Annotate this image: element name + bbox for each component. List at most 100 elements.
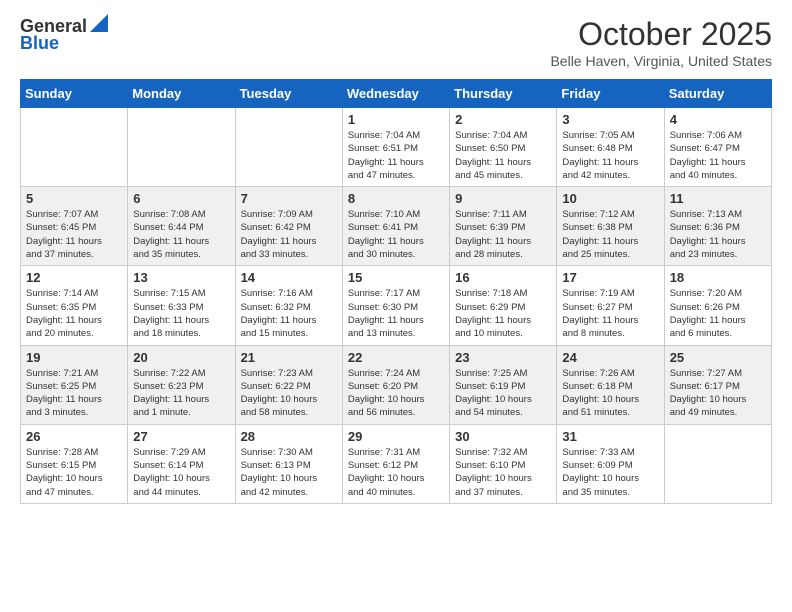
calendar-cell: 28 Sunrise: 7:30 AM Sunset: 6:13 PM Dayli…: [235, 424, 342, 503]
calendar-cell: 2 Sunrise: 7:04 AM Sunset: 6:50 PM Daylig…: [450, 108, 557, 187]
day-info: Sunrise: 7:06 AM Sunset: 6:47 PM Dayligh…: [670, 129, 766, 182]
week-row-2: 5 Sunrise: 7:07 AM Sunset: 6:45 PM Daylig…: [21, 187, 772, 266]
day-info: Sunrise: 7:15 AM Sunset: 6:33 PM Dayligh…: [133, 287, 229, 340]
col-header-wednesday: Wednesday: [342, 80, 449, 108]
day-number: 6: [133, 191, 229, 206]
calendar-cell: 8 Sunrise: 7:10 AM Sunset: 6:41 PM Daylig…: [342, 187, 449, 266]
calendar-cell: 25Sunrise: 7:27 AM Sunset: 6:17 PM Dayli…: [664, 345, 771, 424]
calendar-header-row: SundayMondayTuesdayWednesdayThursdayFrid…: [21, 80, 772, 108]
header: General Blue October 2025 Belle Haven, V…: [20, 16, 772, 69]
day-number: 22: [348, 350, 444, 365]
calendar-cell: 31Sunrise: 7:33 AM Sunset: 6:09 PM Dayli…: [557, 424, 664, 503]
day-number: 11: [670, 191, 766, 206]
week-row-1: 1 Sunrise: 7:04 AM Sunset: 6:51 PM Daylig…: [21, 108, 772, 187]
day-number: 10: [562, 191, 658, 206]
day-number: 8: [348, 191, 444, 206]
day-number: 30: [455, 429, 551, 444]
week-row-4: 19 Sunrise: 7:21 AM Sunset: 6:25 PM Dayli…: [21, 345, 772, 424]
day-info: Sunrise: 7:09 AM Sunset: 6:42 PM Dayligh…: [241, 208, 337, 261]
day-info: Sunrise: 7:22 AM Sunset: 6:23 PM Dayligh…: [133, 367, 229, 420]
calendar-cell: 4Sunrise: 7:06 AM Sunset: 6:47 PM Daylig…: [664, 108, 771, 187]
day-number: 2: [455, 112, 551, 127]
day-info: Sunrise: 7:25 AM Sunset: 6:19 PM Dayligh…: [455, 367, 551, 420]
calendar-cell: 6 Sunrise: 7:08 AM Sunset: 6:44 PM Daylig…: [128, 187, 235, 266]
calendar-cell: 1 Sunrise: 7:04 AM Sunset: 6:51 PM Daylig…: [342, 108, 449, 187]
day-number: 21: [241, 350, 337, 365]
calendar-cell: 23 Sunrise: 7:25 AM Sunset: 6:19 PM Dayli…: [450, 345, 557, 424]
calendar-cell: 5 Sunrise: 7:07 AM Sunset: 6:45 PM Daylig…: [21, 187, 128, 266]
calendar-cell: 21 Sunrise: 7:23 AM Sunset: 6:22 PM Dayli…: [235, 345, 342, 424]
calendar-subtitle: Belle Haven, Virginia, United States: [550, 53, 772, 69]
day-info: Sunrise: 7:30 AM Sunset: 6:13 PM Dayligh…: [241, 446, 337, 499]
day-number: 18: [670, 270, 766, 285]
day-number: 15: [348, 270, 444, 285]
title-block: October 2025 Belle Haven, Virginia, Unit…: [550, 16, 772, 69]
day-info: Sunrise: 7:14 AM Sunset: 6:35 PM Dayligh…: [26, 287, 122, 340]
day-info: Sunrise: 7:16 AM Sunset: 6:32 PM Dayligh…: [241, 287, 337, 340]
day-info: Sunrise: 7:18 AM Sunset: 6:29 PM Dayligh…: [455, 287, 551, 340]
day-info: Sunrise: 7:10 AM Sunset: 6:41 PM Dayligh…: [348, 208, 444, 261]
col-header-saturday: Saturday: [664, 80, 771, 108]
calendar-cell: 30 Sunrise: 7:32 AM Sunset: 6:10 PM Dayli…: [450, 424, 557, 503]
day-number: 23: [455, 350, 551, 365]
day-number: 24: [562, 350, 658, 365]
day-info: Sunrise: 7:21 AM Sunset: 6:25 PM Dayligh…: [26, 367, 122, 420]
day-number: 28: [241, 429, 337, 444]
col-header-thursday: Thursday: [450, 80, 557, 108]
day-info: Sunrise: 7:28 AM Sunset: 6:15 PM Dayligh…: [26, 446, 122, 499]
calendar-title: October 2025: [550, 16, 772, 53]
calendar-cell: [128, 108, 235, 187]
logo: General Blue: [20, 16, 108, 54]
day-info: Sunrise: 7:23 AM Sunset: 6:22 PM Dayligh…: [241, 367, 337, 420]
calendar-cell: 17 Sunrise: 7:19 AM Sunset: 6:27 PM Dayli…: [557, 266, 664, 345]
calendar-cell: 7 Sunrise: 7:09 AM Sunset: 6:42 PM Daylig…: [235, 187, 342, 266]
col-header-monday: Monday: [128, 80, 235, 108]
calendar-cell: 14 Sunrise: 7:16 AM Sunset: 6:32 PM Dayli…: [235, 266, 342, 345]
col-header-friday: Friday: [557, 80, 664, 108]
calendar-cell: 15 Sunrise: 7:17 AM Sunset: 6:30 PM Dayli…: [342, 266, 449, 345]
day-number: 26: [26, 429, 122, 444]
day-info: Sunrise: 7:33 AM Sunset: 6:09 PM Dayligh…: [562, 446, 658, 499]
calendar-cell: 24Sunrise: 7:26 AM Sunset: 6:18 PM Dayli…: [557, 345, 664, 424]
day-number: 7: [241, 191, 337, 206]
calendar-cell: 16Sunrise: 7:18 AM Sunset: 6:29 PM Dayli…: [450, 266, 557, 345]
calendar-cell: 22 Sunrise: 7:24 AM Sunset: 6:20 PM Dayli…: [342, 345, 449, 424]
day-info: Sunrise: 7:04 AM Sunset: 6:50 PM Dayligh…: [455, 129, 551, 182]
calendar-cell: [664, 424, 771, 503]
calendar-cell: 27Sunrise: 7:29 AM Sunset: 6:14 PM Dayli…: [128, 424, 235, 503]
day-info: Sunrise: 7:19 AM Sunset: 6:27 PM Dayligh…: [562, 287, 658, 340]
calendar-cell: 29Sunrise: 7:31 AM Sunset: 6:12 PM Dayli…: [342, 424, 449, 503]
day-number: 3: [562, 112, 658, 127]
calendar-cell: 26 Sunrise: 7:28 AM Sunset: 6:15 PM Dayli…: [21, 424, 128, 503]
calendar-cell: 9Sunrise: 7:11 AM Sunset: 6:39 PM Daylig…: [450, 187, 557, 266]
day-info: Sunrise: 7:05 AM Sunset: 6:48 PM Dayligh…: [562, 129, 658, 182]
day-info: Sunrise: 7:07 AM Sunset: 6:45 PM Dayligh…: [26, 208, 122, 261]
week-row-3: 12 Sunrise: 7:14 AM Sunset: 6:35 PM Dayli…: [21, 266, 772, 345]
day-number: 20: [133, 350, 229, 365]
calendar-cell: 3 Sunrise: 7:05 AM Sunset: 6:48 PM Daylig…: [557, 108, 664, 187]
calendar-cell: 19 Sunrise: 7:21 AM Sunset: 6:25 PM Dayli…: [21, 345, 128, 424]
day-info: Sunrise: 7:32 AM Sunset: 6:10 PM Dayligh…: [455, 446, 551, 499]
col-header-tuesday: Tuesday: [235, 80, 342, 108]
day-number: 12: [26, 270, 122, 285]
day-number: 19: [26, 350, 122, 365]
calendar-cell: 10 Sunrise: 7:12 AM Sunset: 6:38 PM Dayli…: [557, 187, 664, 266]
day-info: Sunrise: 7:11 AM Sunset: 6:39 PM Dayligh…: [455, 208, 551, 261]
day-info: Sunrise: 7:04 AM Sunset: 6:51 PM Dayligh…: [348, 129, 444, 182]
calendar-table: SundayMondayTuesdayWednesdayThursdayFrid…: [20, 79, 772, 504]
day-number: 14: [241, 270, 337, 285]
calendar-cell: 12 Sunrise: 7:14 AM Sunset: 6:35 PM Dayli…: [21, 266, 128, 345]
col-header-sunday: Sunday: [21, 80, 128, 108]
day-info: Sunrise: 7:31 AM Sunset: 6:12 PM Dayligh…: [348, 446, 444, 499]
day-number: 17: [562, 270, 658, 285]
calendar-cell: 18Sunrise: 7:20 AM Sunset: 6:26 PM Dayli…: [664, 266, 771, 345]
day-number: 1: [348, 112, 444, 127]
logo-icon: [90, 14, 108, 32]
day-info: Sunrise: 7:24 AM Sunset: 6:20 PM Dayligh…: [348, 367, 444, 420]
day-info: Sunrise: 7:17 AM Sunset: 6:30 PM Dayligh…: [348, 287, 444, 340]
day-number: 5: [26, 191, 122, 206]
day-info: Sunrise: 7:12 AM Sunset: 6:38 PM Dayligh…: [562, 208, 658, 261]
day-info: Sunrise: 7:08 AM Sunset: 6:44 PM Dayligh…: [133, 208, 229, 261]
calendar-cell: [235, 108, 342, 187]
calendar-cell: 11Sunrise: 7:13 AM Sunset: 6:36 PM Dayli…: [664, 187, 771, 266]
